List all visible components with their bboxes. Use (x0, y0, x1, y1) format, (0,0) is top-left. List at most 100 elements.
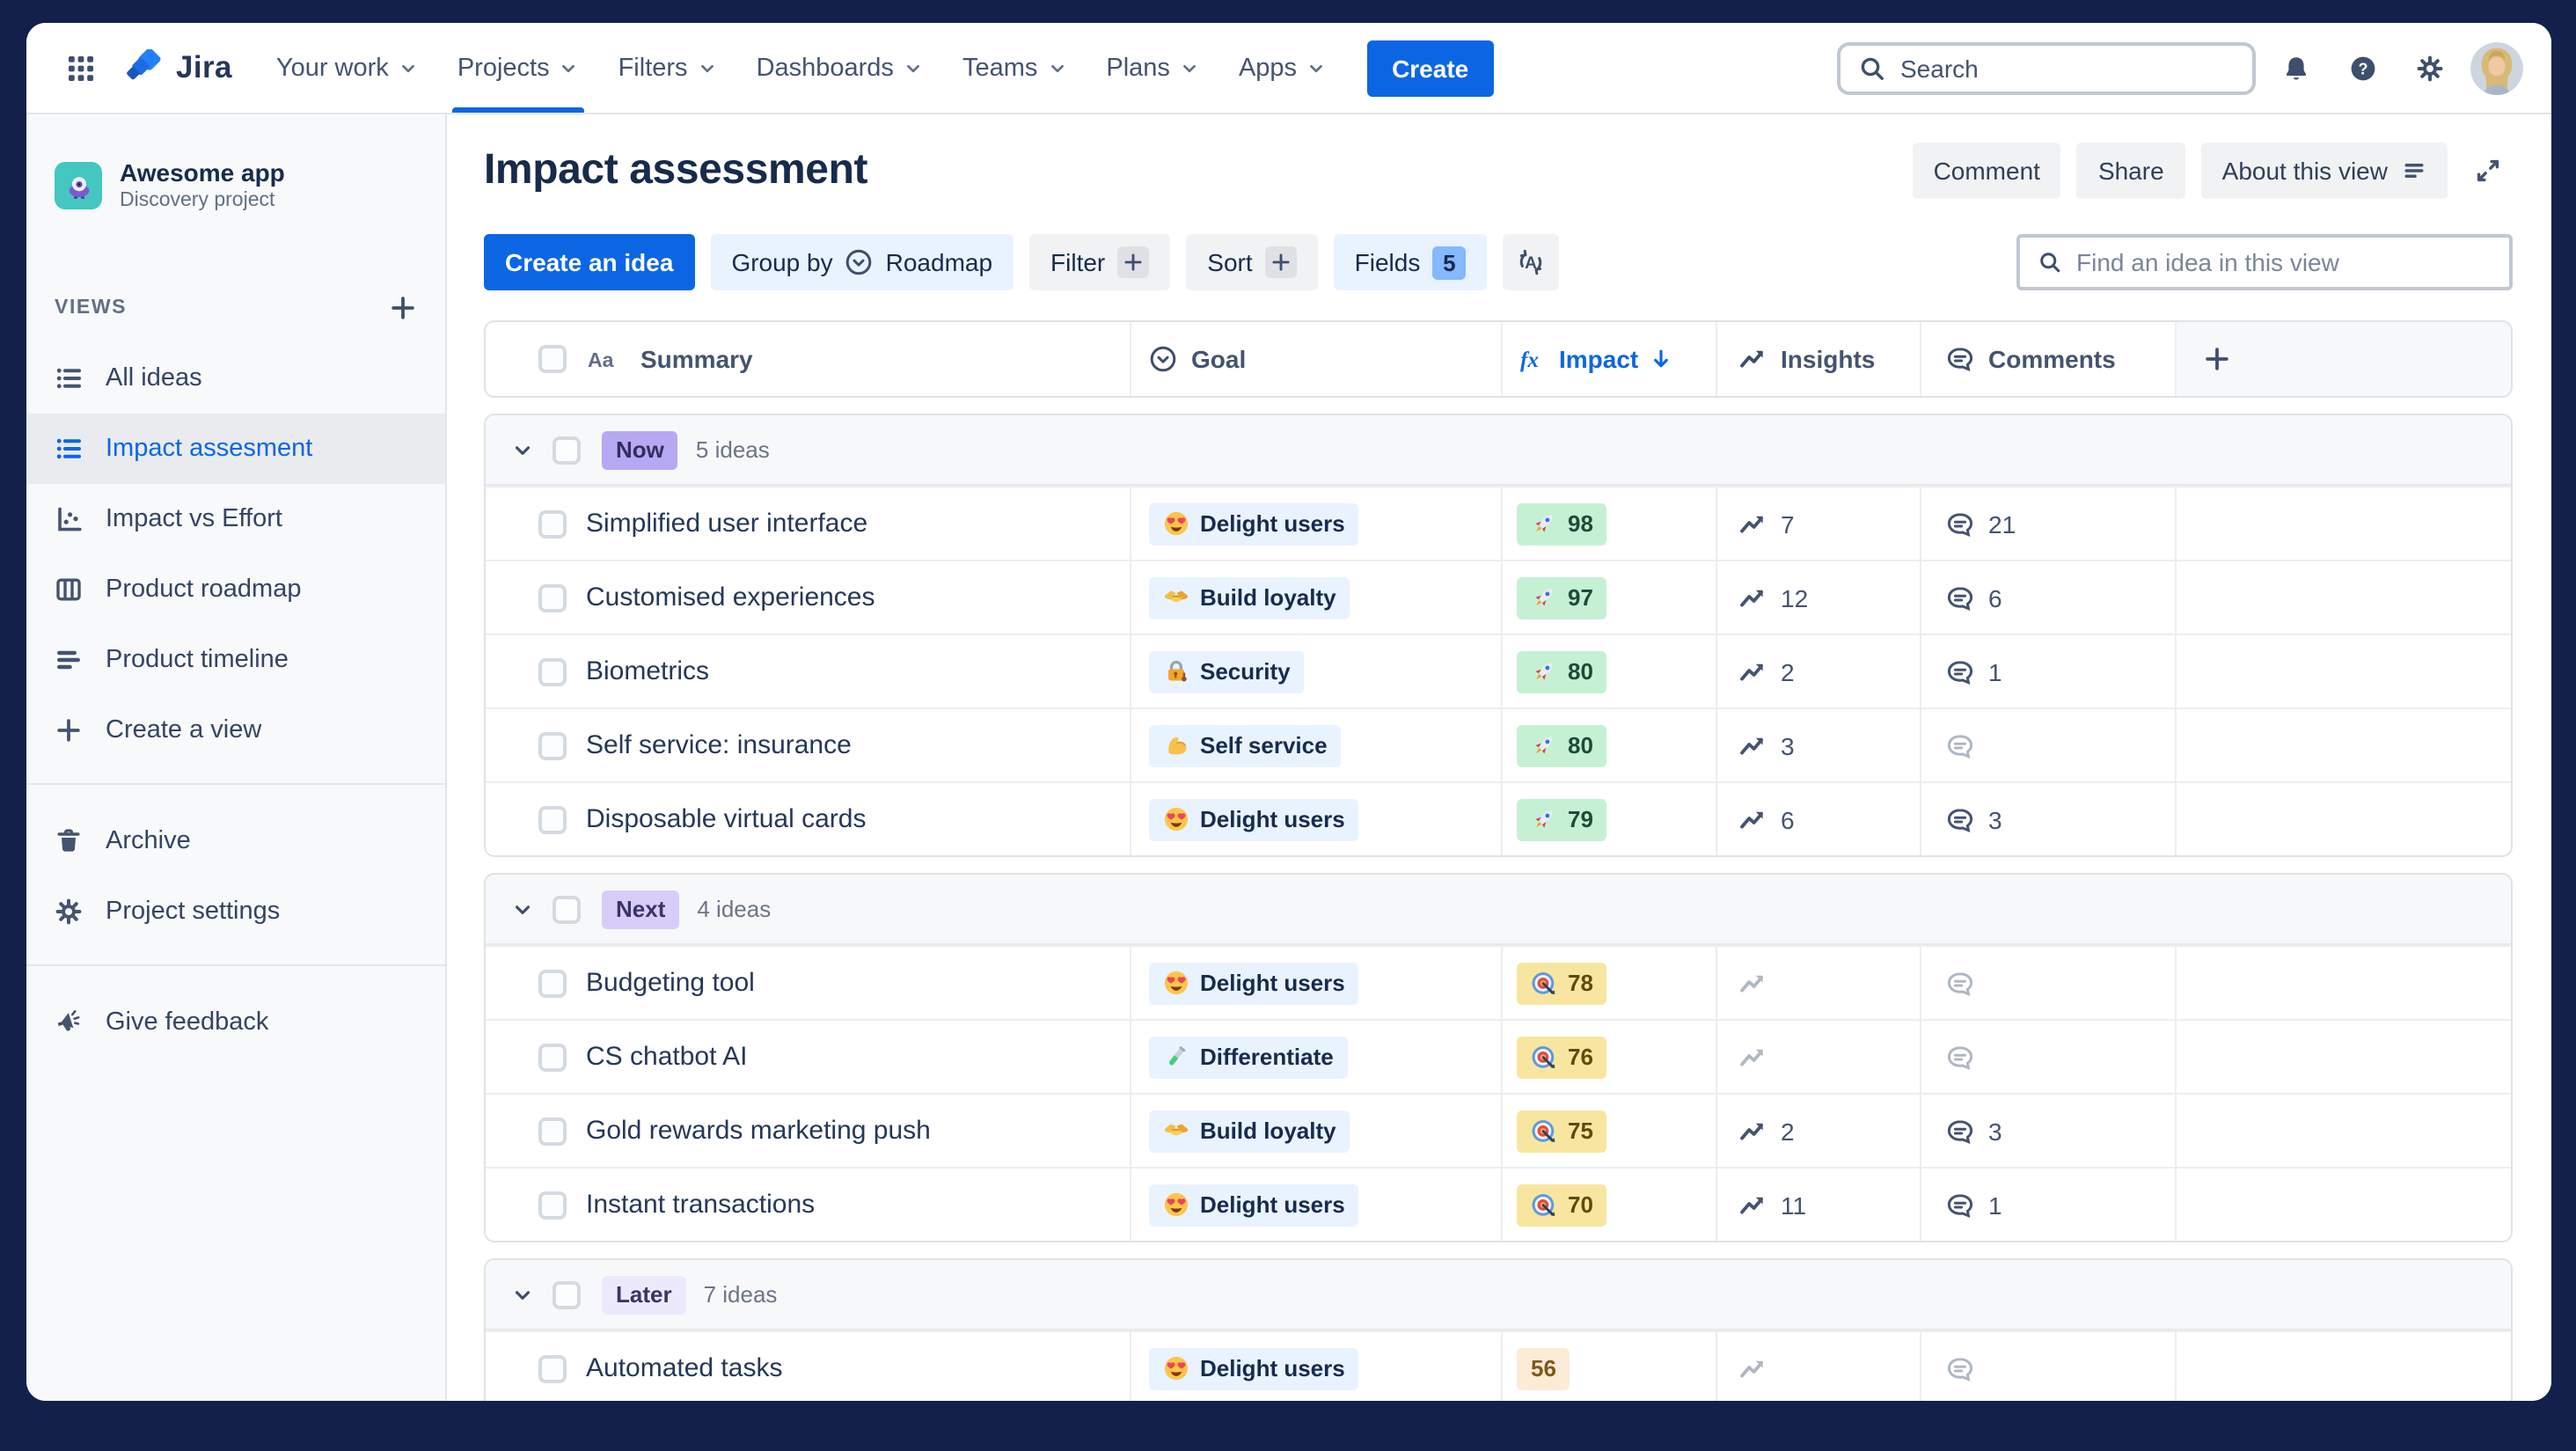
comments-cell[interactable]: 3 (1920, 1095, 2175, 1167)
row-checkbox[interactable] (538, 1043, 567, 1071)
row-checkbox[interactable] (538, 731, 567, 759)
row-checkbox[interactable] (538, 345, 567, 373)
insights-cell[interactable]: 6 (1716, 783, 1920, 855)
collapse-group-button[interactable] (507, 1279, 538, 1310)
sort-button[interactable]: Sort (1186, 234, 1318, 290)
table-row[interactable]: CS chatbot AI Differentiate 76 (486, 1019, 2511, 1093)
goal-chip[interactable]: Delight users (1149, 962, 1359, 1004)
comments-cell[interactable] (1920, 1332, 2175, 1401)
global-search-input[interactable] (1900, 54, 2235, 82)
table-row[interactable]: Customised experiences Build loyalty 97 12 6 (486, 560, 2511, 634)
row-checkbox[interactable] (538, 1191, 567, 1219)
nav-item-plans[interactable]: Plans (1087, 23, 1219, 113)
impact-chip[interactable]: 80 (1517, 724, 1607, 766)
find-idea-input[interactable] (2076, 248, 2492, 276)
filter-button[interactable]: Filter (1029, 234, 1171, 290)
comments-cell[interactable]: 3 (1920, 783, 2175, 855)
impact-chip[interactable]: 80 (1517, 650, 1607, 693)
row-checkbox[interactable] (538, 657, 567, 685)
jira-logo[interactable]: Jira (125, 48, 232, 87)
settings-button[interactable] (2404, 41, 2456, 94)
impact-chip[interactable]: 97 (1517, 576, 1607, 619)
insights-cell[interactable]: 2 (1716, 635, 1920, 707)
comments-cell[interactable]: 6 (1920, 561, 2175, 634)
table-row[interactable]: Simplified user interface Delight users 98… (486, 486, 2511, 560)
insights-cell[interactable]: 7 (1716, 487, 1920, 560)
row-checkbox[interactable] (553, 436, 581, 464)
insights-cell[interactable] (1716, 947, 1920, 1019)
user-avatar[interactable] (2470, 41, 2523, 94)
impact-chip[interactable]: 79 (1517, 798, 1607, 840)
nav-item-your-work[interactable]: Your work (257, 23, 438, 113)
column-header-insights[interactable]: Insights (1716, 322, 1920, 396)
goal-chip[interactable]: Delight users (1149, 1347, 1359, 1389)
row-checkbox[interactable] (553, 895, 581, 923)
impact-chip[interactable]: 56 (1517, 1347, 1570, 1389)
row-checkbox[interactable] (538, 805, 567, 833)
comments-cell[interactable] (1920, 709, 2175, 781)
nav-item-projects[interactable]: Projects (438, 23, 599, 113)
impact-chip[interactable]: 76 (1517, 1036, 1607, 1078)
app-switcher-button[interactable] (55, 41, 107, 94)
sidebar-item-impact-vs-effort[interactable]: Impact vs Effort (26, 484, 445, 554)
table-row[interactable]: Automated tasks Delight users 56 (486, 1330, 2511, 1401)
sidebar-item-create-a-view[interactable]: Create a view (26, 695, 445, 766)
nav-item-filters[interactable]: Filters (599, 23, 737, 113)
add-field-button[interactable] (2194, 336, 2240, 382)
notifications-button[interactable] (2270, 41, 2323, 94)
sidebar-item-project-settings[interactable]: Project settings (26, 876, 445, 947)
share-button[interactable]: Share (2076, 143, 2185, 199)
translate-button[interactable]: A (1503, 234, 1560, 290)
impact-chip[interactable]: 70 (1517, 1184, 1607, 1226)
fields-button[interactable]: Fields 5 (1333, 234, 1488, 290)
sidebar-item-impact-assesment[interactable]: Impact assesment (26, 414, 445, 484)
table-row[interactable]: Biometrics Security 80 2 1 (486, 634, 2511, 707)
create-idea-button[interactable]: Create an idea (484, 234, 695, 290)
column-header-impact[interactable]: fx Impact (1501, 322, 1716, 396)
insights-cell[interactable] (1716, 1332, 1920, 1401)
insights-cell[interactable]: 3 (1716, 709, 1920, 781)
comment-button[interactable]: Comment (1912, 143, 2061, 199)
comments-cell[interactable]: 1 (1920, 635, 2175, 707)
insights-cell[interactable] (1716, 1021, 1920, 1093)
row-checkbox[interactable] (538, 583, 567, 612)
project-header[interactable]: Awesome app Discovery project (26, 158, 445, 213)
comments-cell[interactable] (1920, 947, 2175, 1019)
fullscreen-button[interactable] (2463, 143, 2513, 199)
row-checkbox[interactable] (538, 509, 567, 538)
impact-chip[interactable]: 75 (1517, 1110, 1607, 1152)
goal-chip[interactable]: Delight users (1149, 502, 1359, 545)
comments-cell[interactable]: 21 (1920, 487, 2175, 560)
table-row[interactable]: Disposable virtual cards Delight users 79 6… (486, 781, 2511, 855)
column-header-summary[interactable]: Aa Summary (486, 322, 1130, 396)
sidebar-item-archive[interactable]: Archive (26, 806, 445, 876)
column-header-goal[interactable]: Goal (1130, 322, 1501, 396)
goal-chip[interactable]: Differentiate (1149, 1036, 1348, 1078)
find-idea-search[interactable] (2016, 234, 2513, 290)
row-checkbox[interactable] (538, 969, 567, 997)
collapse-group-button[interactable] (507, 434, 538, 465)
row-checkbox[interactable] (553, 1280, 581, 1308)
table-row[interactable]: Budgeting tool Delight users 78 (486, 945, 2511, 1019)
table-row[interactable]: Self service: insurance Self service 80 3 (486, 707, 2511, 781)
sidebar-item-all-ideas[interactable]: All ideas (26, 343, 445, 414)
insights-cell[interactable]: 2 (1716, 1095, 1920, 1167)
goal-chip[interactable]: Delight users (1149, 1184, 1359, 1226)
goal-chip[interactable]: Self service (1149, 724, 1342, 766)
comments-cell[interactable]: 1 (1920, 1169, 2175, 1241)
table-row[interactable]: Gold rewards marketing push Build loyalty… (486, 1093, 2511, 1167)
goal-chip[interactable]: Build loyalty (1149, 576, 1350, 619)
group-by-button[interactable]: Group by Roadmap (710, 234, 1014, 290)
table-row[interactable]: Instant transactions Delight users 70 11 1 (486, 1167, 2511, 1241)
create-button[interactable]: Create (1367, 40, 1494, 96)
comments-cell[interactable] (1920, 1021, 2175, 1093)
about-this-view-button[interactable]: About this view (2200, 143, 2448, 199)
impact-chip[interactable]: 78 (1517, 962, 1607, 1004)
sidebar-item-give-feedback[interactable]: Give feedback (26, 987, 445, 1058)
help-button[interactable]: ? (2337, 41, 2389, 94)
insights-cell[interactable]: 12 (1716, 561, 1920, 634)
sidebar-item-product-roadmap[interactable]: Product roadmap (26, 554, 445, 625)
row-checkbox[interactable] (538, 1117, 567, 1145)
column-header-comments[interactable]: Comments (1920, 322, 2175, 396)
impact-chip[interactable]: 98 (1517, 502, 1607, 545)
